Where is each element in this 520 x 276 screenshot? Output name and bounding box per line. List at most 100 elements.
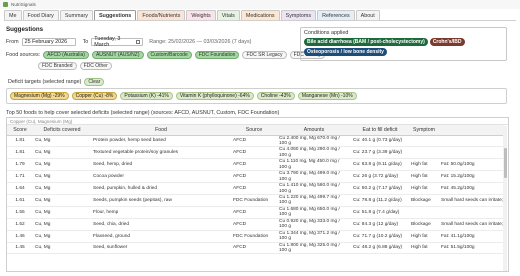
amounts-cell: Cu 4.060 mg, Mg 290.0 mg /100 g [277,146,351,160]
source-toggle-fdc-other[interactable]: FDC Other [79,62,112,70]
source-cell: AFCD [231,182,277,195]
table-row[interactable]: 1.71 Cu, Mg Cocoa powder AFCD Cu 3.790 mg, M… [7,170,504,184]
symptom-note-cell [439,206,504,219]
tab-suggestions[interactable]: Suggestions [93,10,137,20]
food-name-cell: Seed, pumpkin, hulled & dried [91,182,231,195]
symptom-note-cell: Small hard seeds can irritate; stricture… [439,194,504,207]
column-header[interactable]: Score [7,125,33,136]
source-toggle-fdc-branded[interactable]: FDC Branded [38,62,77,70]
food-sources-label: Food sources: [6,52,41,58]
amount-unit: 100 g [279,247,292,253]
amount-unit: 100 g [279,200,292,206]
amount-line: Cu 3.790 mg, Mg 499.0 mg / [279,171,340,177]
app-title: NutriSignals [11,2,36,7]
calendar-icon[interactable] [136,40,141,44]
amounts-cell: Cu 1.800 mg, Mg 325.0 mg /100 g [277,242,351,255]
column-header[interactable]: Deficits covered [33,125,91,136]
source-cell: AFCD [231,242,277,255]
deficit-targets-list: Magnesium (Mg) -29% Copper (Cu) -8% Potass… [6,88,507,104]
source-cell: AFCD [231,218,277,231]
source-toggle-fdc-sr-legacy[interactable]: FDC SR Legacy [242,51,287,59]
table-row[interactable]: 1.79 Cu, Mg Seed, hemp, dried AFCD Cu 1.110 … [7,158,504,172]
deficit-chip[interactable]: Magnesium (Mg) -29% [10,92,69,100]
symptom-cell: High fat [409,170,439,184]
deficits-covered-cell: Cu, Mg [33,206,91,219]
table-row[interactable]: 1.81 Cu, Mg Textured vegetable protein/soy… [7,146,504,160]
food-name-cell: Seed, hemp, dried [91,158,231,172]
tab-symptoms[interactable]: Symptoms [280,10,317,20]
filter-hint: Copper (Cu), Magnesium (Mg) [7,118,508,125]
table-row[interactable]: 1.64 Cu, Mg Seed, pumpkin, hulled & dried A… [7,182,504,195]
to-date-picker[interactable]: Tuesday, 3 March [91,36,144,48]
symptom-note-cell: Fat: 15.2g/100g [439,170,504,184]
source-cell: FDC Foundation [231,230,277,243]
table-row[interactable]: 1.52 Cu, Mg Seed, chia, dried AFCD Cu 0.920 … [7,218,504,231]
deficit-chip[interactable]: Potassium (K) -41% [120,92,173,100]
score-cell: 1.46 [7,230,33,243]
deficit-chip[interactable]: Copper (Cu) -8% [71,92,118,100]
table-row[interactable]: 1.81 Cu, Mg Protein powder, hemp seed base… [7,135,504,148]
table-scrollbar[interactable] [503,126,507,271]
source-cell: AFCD [231,158,277,172]
column-header[interactable] [439,125,504,136]
fill-deficit-cell: Cu: 40.1 g (0.73 g/day) [351,135,409,148]
tab-me[interactable]: Me [4,10,22,20]
food-name-cell: Seed, chia, dried [91,218,231,231]
column-header[interactable]: Eat to fill deficit [351,125,409,136]
tab-about[interactable]: About [355,10,380,20]
fill-deficit-cell: Cu: 26 g (3.72 g/day) [351,170,409,184]
amount-unit: 100 g [279,224,292,230]
source-cell: AFCD [231,206,277,219]
foods-table-container: Copper (Cu), Magnesium (Mg) Score Deficit… [6,117,509,272]
symptom-note-cell: Fat: 51.5g/100g [439,242,504,255]
clear-deficits-button[interactable]: Clear [84,78,105,86]
fill-deficit-cell: Cu: 78.8 g (11.2 g/day) [351,194,409,207]
amount-line: Cu 1.110 mg, Mg 450.0 mg / [279,159,340,165]
table-row[interactable]: 1.46 Cu, Mg Flaxseed, ground FDC Foundation… [7,230,504,243]
source-toggle-custom-barcode[interactable]: Custom/Barcode [146,51,192,59]
column-header[interactable]: Symptom [409,125,439,136]
amount-unit: 100 g [279,236,292,242]
tab-weights[interactable]: Weights [186,10,216,20]
scrollbar-thumb[interactable] [503,148,507,178]
table-row[interactable]: 1.45 Cu, Mg Seed, sunflower AFCD Cu 1.800 mg… [7,242,504,255]
symptom-cell: High fat [409,242,439,255]
fill-deficit-cell: Cu: 51.8 g (7.4 g/day) [351,206,409,219]
deficits-covered-cell: Cu, Mg [33,170,91,184]
tab-foods-nutrients[interactable]: Foods/Nutrients [137,10,186,20]
date-range-row: From 25 February 2026 To Tuesday, 3 Marc… [6,36,251,48]
score-cell: 1.52 [7,218,33,231]
to-label: To [82,39,89,45]
tab-summary[interactable]: Summary [59,10,93,20]
food-sources-row: Food sources: AFCD (Australia) AUSNUT (AU… [6,51,325,59]
deficits-covered-cell: Cu, Mg [33,194,91,207]
tab-medications[interactable]: Medications [240,10,280,20]
table-row[interactable]: 1.61 Cu, Mg Seeds, pumpkin seeds (pepitas)… [7,194,504,207]
source-toggle-ausnut-aus-nz-[interactable]: AUSNUT (AUS/NZ) [91,51,144,59]
tab-references[interactable]: References [317,10,355,20]
column-header[interactable]: Food [91,125,231,136]
from-date-picker[interactable]: 25 February 2026 [21,38,76,46]
from-label: From [6,39,19,45]
table-row[interactable]: 1.55 Cu, Mg Flour, hemp AFCD Cu 1.680 mg, Mg… [7,206,504,219]
deficit-chip[interactable]: Vitamin K (phylloquinone) -64% [175,92,254,100]
source-toggle-fdc-foundation[interactable]: FDC Foundation [194,51,240,59]
food-name-cell: Flour, hemp [91,206,231,219]
deficit-chip[interactable]: Choline -43% [256,92,295,100]
tab-food-diary[interactable]: Food Diary [22,10,59,20]
food-sources-list-1: AFCD (Australia) AUSNUT (AUS/NZ) Custom/Ba… [43,51,325,59]
conditions-title: Conditions applied [304,30,349,36]
score-cell: 1.81 [7,135,33,148]
food-name-cell: Seeds, pumpkin seeds (pepitas), raw [91,194,231,207]
food-name-cell: Seed, sunflower [91,242,231,255]
app-logo-icon [3,2,8,7]
amount-line: Cu 1.410 mg, Mg 560.0 mg / [279,183,340,189]
tab-vitals[interactable]: Vitals [216,10,240,20]
score-cell: 1.79 [7,158,33,172]
column-header[interactable]: Amounts [277,125,351,136]
deficit-chip[interactable]: Manganese (Mn) -10% [297,92,357,100]
column-header[interactable]: Source [231,125,277,136]
to-date-value: Tuesday, 3 March [94,36,121,48]
source-toggle-afcd-australia-[interactable]: AFCD (Australia) [43,51,89,59]
score-cell: 1.71 [7,170,33,184]
